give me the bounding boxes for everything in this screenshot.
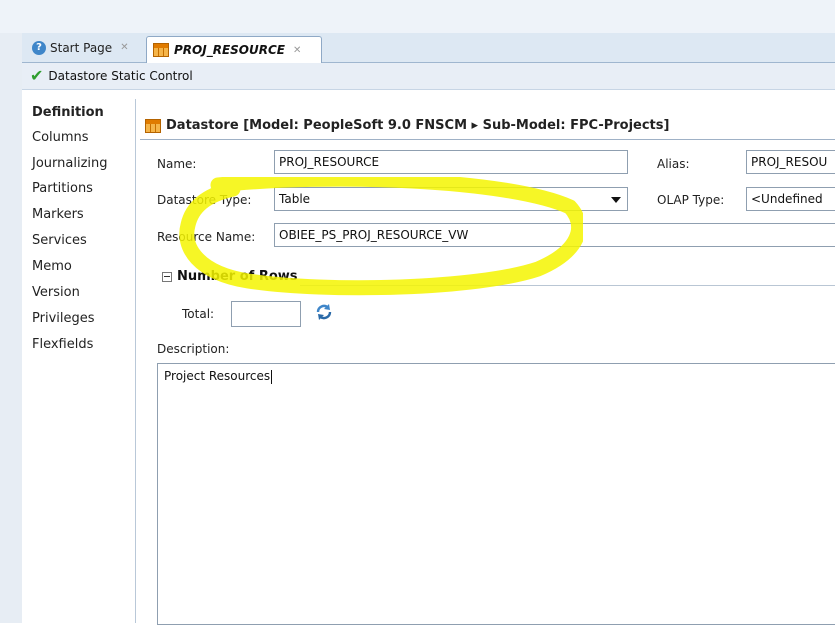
nav-item-markers[interactable]: Markers [32,207,84,222]
nav-item-columns[interactable]: Columns [32,130,89,145]
datastore-table-icon [145,118,161,133]
close-icon[interactable]: ✕ [293,45,301,56]
tab-proj-resource[interactable]: PROJ_RESOURCE ✕ [146,36,322,63]
highlight-annotation [179,177,583,296]
chevron-down-icon [611,197,621,203]
help-icon: ? [32,40,46,55]
description-textarea[interactable]: Project Resources [157,363,835,625]
alias-field[interactable]: PROJ_RESOU [746,150,835,174]
tab-label: Start Page [50,40,113,55]
nav-item-services[interactable]: Services [32,233,87,248]
side-navigation: Definition Columns Journalizing Partitio… [22,99,136,623]
alias-label: Alias: [657,157,690,171]
nav-item-journalizing[interactable]: Journalizing [32,156,108,171]
editor-title-bar: ✔ Datastore Static Control [22,63,835,90]
collapse-icon[interactable] [162,271,172,282]
total-rows-field[interactable] [231,301,301,327]
description-text: Project Resources [164,369,271,383]
nav-item-definition[interactable]: Definition [32,105,104,120]
nav-item-memo[interactable]: Memo [32,259,72,274]
tab-start-page[interactable]: ? Start Page ✕ [26,35,135,60]
name-field[interactable]: PROJ_RESOURCE [274,150,628,174]
tab-label: PROJ_RESOURCE [174,43,285,57]
editor-title: Datastore Static Control [48,69,193,83]
olap-type-select[interactable]: <Undefined [746,187,835,211]
header-divider [140,139,835,140]
name-label: Name: [157,157,197,171]
nav-item-version[interactable]: Version [32,285,80,300]
close-icon[interactable]: ✕ [120,42,128,53]
window-top-strip [0,0,835,33]
left-gutter [0,33,22,623]
table-icon [153,43,169,57]
description-label: Description: [157,342,230,356]
olap-type-label: OLAP Type: [657,193,725,207]
nav-item-flexfields[interactable]: Flexfields [32,337,93,352]
nav-item-partitions[interactable]: Partitions [32,181,93,196]
page-title: Datastore [Model: PeopleSoft 9.0 FNSCM ▸… [145,118,669,133]
total-label: Total: [182,307,215,321]
page-title-text: Datastore [Model: PeopleSoft 9.0 FNSCM ▸… [166,118,670,133]
refresh-icon[interactable] [314,302,334,322]
text-caret [271,369,273,384]
editor-tab-bar: ? Start Page ✕ PROJ_RESOURCE ✕ [22,33,835,63]
nav-item-privileges[interactable]: Privileges [32,311,95,326]
checkmark-icon: ✔ [30,66,44,85]
